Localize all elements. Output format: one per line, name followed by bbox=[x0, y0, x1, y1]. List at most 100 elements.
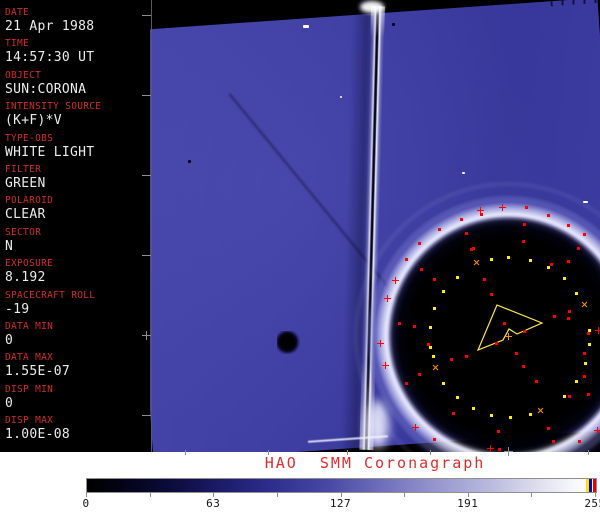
left-edge-tick bbox=[142, 255, 151, 256]
metadata-field-value: 14:57:30 UT bbox=[5, 50, 95, 66]
yellow-fiducial-dot bbox=[588, 329, 591, 332]
red-fiducial-dot bbox=[490, 293, 493, 296]
red-plus-mark bbox=[377, 340, 384, 347]
red-fiducial-dot bbox=[465, 355, 468, 358]
plot-title: HAO SMM Coronagraph bbox=[264, 454, 486, 472]
metadata-field-value: 0 bbox=[5, 332, 14, 348]
red-fiducial-dot bbox=[420, 268, 423, 271]
red-fiducial-dot bbox=[587, 332, 590, 335]
yellow-fiducial-dot bbox=[456, 396, 459, 399]
red-fiducial-dot bbox=[405, 258, 408, 261]
red-fiducial-dot bbox=[583, 233, 586, 236]
yellow-fiducial-dot bbox=[529, 413, 532, 416]
red-fiducial-dot bbox=[405, 382, 408, 385]
colorbar-tick bbox=[404, 493, 406, 497]
red-fiducial-dot bbox=[522, 240, 525, 243]
red-fiducial-dot bbox=[587, 393, 590, 396]
saturation-stripe bbox=[589, 479, 593, 492]
yellow-fiducial-dot bbox=[507, 256, 510, 259]
metadata-field-value: 0 bbox=[5, 395, 14, 411]
fiducial-polygon bbox=[476, 304, 544, 352]
yellow-fiducial-dot bbox=[547, 266, 550, 269]
yellow-fiducial-dot bbox=[490, 258, 493, 261]
metadata-field-label: OBJECT bbox=[5, 69, 42, 81]
red-fiducial-dot bbox=[547, 214, 550, 217]
metadata-field-value: N bbox=[5, 238, 14, 254]
metadata-field-value: 1.55E-07 bbox=[5, 364, 71, 380]
red-fiducial-dot bbox=[497, 430, 500, 433]
metadata-field-value: GREEN bbox=[5, 175, 46, 191]
metadata-field: EXPOSURE 8.192 bbox=[0, 257, 150, 288]
metadata-field-label: DISP MAX bbox=[5, 415, 54, 427]
red-fiducial-dot bbox=[583, 352, 586, 355]
red-plus-mark bbox=[594, 427, 600, 434]
dark-speck bbox=[188, 160, 191, 163]
red-fiducial-dot bbox=[577, 247, 580, 250]
coronagraph-viewer-window: DATE 21 Apr 1988 TIME 14:57:30 UT OBJECT SUN:… bbox=[0, 0, 600, 512]
metadata-field: POLAROID CLEAR bbox=[0, 194, 150, 225]
red-fiducial-dot bbox=[567, 260, 570, 263]
red-fiducial-dot bbox=[433, 278, 436, 281]
red-plus-mark bbox=[412, 424, 419, 431]
colorbar-tick-label: 63 bbox=[206, 497, 221, 510]
red-fiducial-dot bbox=[450, 358, 453, 361]
intensity-colorbar bbox=[86, 478, 597, 493]
metadata-field-value: 1.00E-08 bbox=[5, 427, 71, 443]
metadata-field: DATA MIN 0 bbox=[0, 320, 150, 351]
yellow-fiducial-dot bbox=[442, 290, 445, 293]
metadata-field-label: EXPOSURE bbox=[5, 258, 54, 270]
red-plus-mark bbox=[384, 295, 391, 302]
colorbar-tick bbox=[531, 493, 533, 497]
yellow-fiducial-dot bbox=[529, 259, 532, 262]
orange-plus-mark bbox=[505, 333, 512, 340]
dark-speck bbox=[392, 23, 395, 26]
red-fiducial-dot bbox=[578, 440, 581, 443]
yellow-fiducial-dot bbox=[509, 416, 512, 419]
coronagraph-image-canvas[interactable] bbox=[150, 0, 600, 452]
metadata-field: FILTER GREEN bbox=[0, 163, 150, 194]
metadata-field-label: DATA MIN bbox=[5, 320, 54, 332]
metadata-field-label: TYPE-OBS bbox=[5, 132, 54, 144]
red-fiducial-dot bbox=[495, 342, 498, 345]
metadata-field: TIME 14:57:30 UT bbox=[0, 37, 150, 68]
saturation-stripe bbox=[593, 479, 596, 492]
red-plus-mark bbox=[477, 207, 484, 214]
metadata-field-value: CLEAR bbox=[5, 207, 46, 223]
metadata-field-label: DATE bbox=[5, 7, 30, 18]
white-speck bbox=[583, 201, 588, 203]
red-fiducial-dot bbox=[535, 380, 538, 383]
red-fiducial-dot bbox=[568, 310, 571, 313]
red-fiducial-dot bbox=[398, 322, 401, 325]
yellow-fiducial-dot bbox=[456, 276, 459, 279]
yellow-fiducial-dot bbox=[442, 382, 445, 385]
white-speck bbox=[462, 172, 465, 174]
red-fiducial-dot bbox=[470, 248, 473, 251]
metadata-field: SECTOR N bbox=[0, 226, 150, 257]
metadata-field-label: SECTOR bbox=[5, 226, 42, 238]
red-fiducial-dot bbox=[515, 352, 518, 355]
metadata-field-label: TIME bbox=[5, 38, 30, 50]
red-fiducial-dot bbox=[523, 223, 526, 226]
colorbar-tick bbox=[276, 493, 278, 497]
left-edge-tick bbox=[142, 95, 151, 96]
colorbar-tick-label: 255 bbox=[584, 497, 600, 510]
colorbar-tick-label: 191 bbox=[457, 497, 479, 510]
metadata-field-label: INTENSITY SOURCE bbox=[5, 101, 102, 113]
yellow-fiducial-dot bbox=[433, 307, 436, 310]
sidebar-frame-divider bbox=[151, 0, 152, 452]
white-speck bbox=[340, 96, 342, 98]
metadata-field-value: (K+F)*V bbox=[5, 113, 62, 129]
red-plus-mark bbox=[392, 277, 399, 284]
red-fiducial-dot bbox=[552, 440, 555, 443]
red-plus-mark bbox=[382, 362, 389, 369]
metadata-field-label: DATA MAX bbox=[5, 352, 54, 364]
red-fiducial-dot bbox=[567, 224, 570, 227]
red-fiducial-dot bbox=[567, 317, 570, 320]
fiducial-polygon-layer bbox=[476, 304, 544, 352]
yellow-fiducial-dot bbox=[588, 343, 591, 346]
metadata-field-value: SUN:CORONA bbox=[5, 81, 87, 97]
red-fiducial-dot bbox=[460, 218, 463, 221]
red-fiducial-dot bbox=[550, 263, 553, 266]
metadata-field: DATE 21 Apr 1988 bbox=[0, 6, 150, 37]
metadata-field-label: DISP MIN bbox=[5, 383, 54, 395]
